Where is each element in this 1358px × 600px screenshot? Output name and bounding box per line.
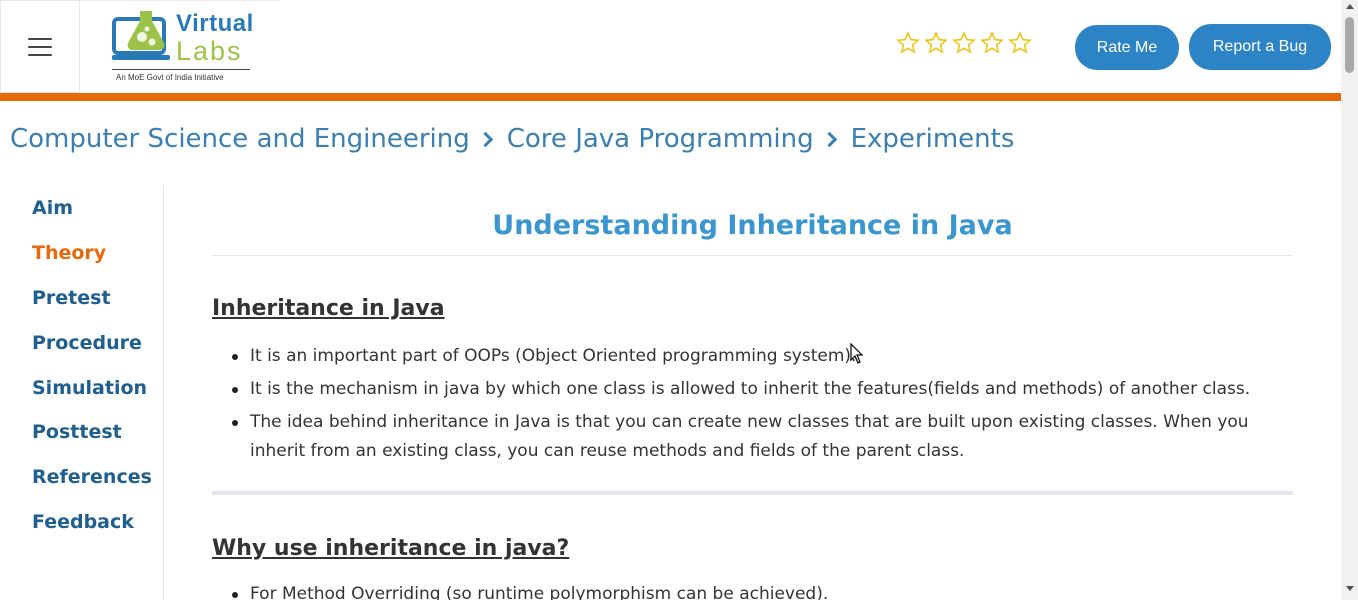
section-heading: Inheritance in Java bbox=[212, 296, 445, 321]
sidebar-item-references[interactable]: References bbox=[32, 466, 152, 488]
sidebar-item-procedure[interactable]: Procedure bbox=[32, 332, 142, 354]
sidebar-item-posttest[interactable]: Posttest bbox=[32, 421, 122, 443]
breadcrumb-experiments[interactable]: Experiments bbox=[851, 124, 1015, 154]
site-header: Virtual Labs An MoE Govt of India Initia… bbox=[0, 0, 1341, 93]
rate-me-button[interactable]: Rate Me bbox=[1075, 25, 1179, 70]
logo-line1: Virtual bbox=[176, 10, 254, 37]
mouse-cursor-icon bbox=[850, 343, 864, 364]
list-item: It is the mechanism in java by which one… bbox=[232, 375, 1293, 404]
virtual-labs-logo[interactable]: Virtual Labs An MoE Govt of India Initia… bbox=[80, 0, 280, 93]
report-bug-button[interactable]: Report a Bug bbox=[1189, 24, 1331, 70]
page-title: Understanding Inheritance in Java bbox=[492, 210, 1013, 241]
scroll-thumb[interactable] bbox=[1345, 17, 1354, 73]
title-divider bbox=[212, 255, 1293, 256]
scroll-down-arrow-icon[interactable] bbox=[1346, 586, 1354, 591]
star-icon[interactable] bbox=[1008, 31, 1032, 55]
page-scrollbar[interactable] bbox=[1341, 0, 1358, 600]
hamburger-icon bbox=[28, 37, 52, 56]
logo-divider bbox=[112, 69, 250, 70]
menu-toggle-button[interactable] bbox=[0, 0, 80, 93]
header-accent-bar bbox=[0, 93, 1341, 101]
section-heading: Why use inheritance in java? bbox=[212, 536, 570, 561]
list-item: The idea behind inheritance in Java is t… bbox=[232, 408, 1293, 466]
experiment-sidebar: Aim Theory Pretest Procedure Simulation … bbox=[0, 185, 164, 600]
flask-laptop-icon bbox=[112, 11, 170, 60]
section-bullet-list: For Method Overriding (so runtime polymo… bbox=[232, 580, 1293, 600]
scroll-up-arrow-icon[interactable] bbox=[1346, 4, 1354, 9]
section-bullet-list: It is an important part of OOPs (Object … bbox=[232, 342, 1293, 470]
chevron-right-icon bbox=[477, 131, 494, 147]
star-icon[interactable] bbox=[980, 31, 1004, 55]
sidebar-item-theory[interactable]: Theory bbox=[32, 242, 106, 264]
breadcrumb-discipline[interactable]: Computer Science and Engineering bbox=[10, 124, 470, 154]
chevron-right-icon bbox=[821, 131, 837, 147]
sidebar-item-aim[interactable]: Aim bbox=[32, 197, 73, 219]
star-icon[interactable] bbox=[896, 31, 920, 55]
star-rating[interactable] bbox=[896, 31, 1032, 55]
list-item: It is an important part of OOPs (Object … bbox=[232, 342, 1293, 371]
star-icon[interactable] bbox=[924, 31, 948, 55]
breadcrumb-lab[interactable]: Core Java Programming bbox=[507, 124, 814, 154]
list-item: For Method Overriding (so runtime polymo… bbox=[232, 580, 1293, 600]
logo-line2: Labs bbox=[176, 36, 243, 66]
sidebar-item-simulation[interactable]: Simulation bbox=[32, 377, 147, 399]
logo-tagline: An MoE Govt of India Initiative bbox=[116, 73, 224, 82]
sidebar-item-pretest[interactable]: Pretest bbox=[32, 287, 111, 309]
breadcrumb: Computer Science and Engineering Core Ja… bbox=[10, 124, 1014, 154]
section-divider bbox=[212, 491, 1293, 495]
sidebar-item-feedback[interactable]: Feedback bbox=[32, 511, 134, 533]
logo-wordmark: Virtual Labs bbox=[176, 10, 254, 66]
star-icon[interactable] bbox=[952, 31, 976, 55]
